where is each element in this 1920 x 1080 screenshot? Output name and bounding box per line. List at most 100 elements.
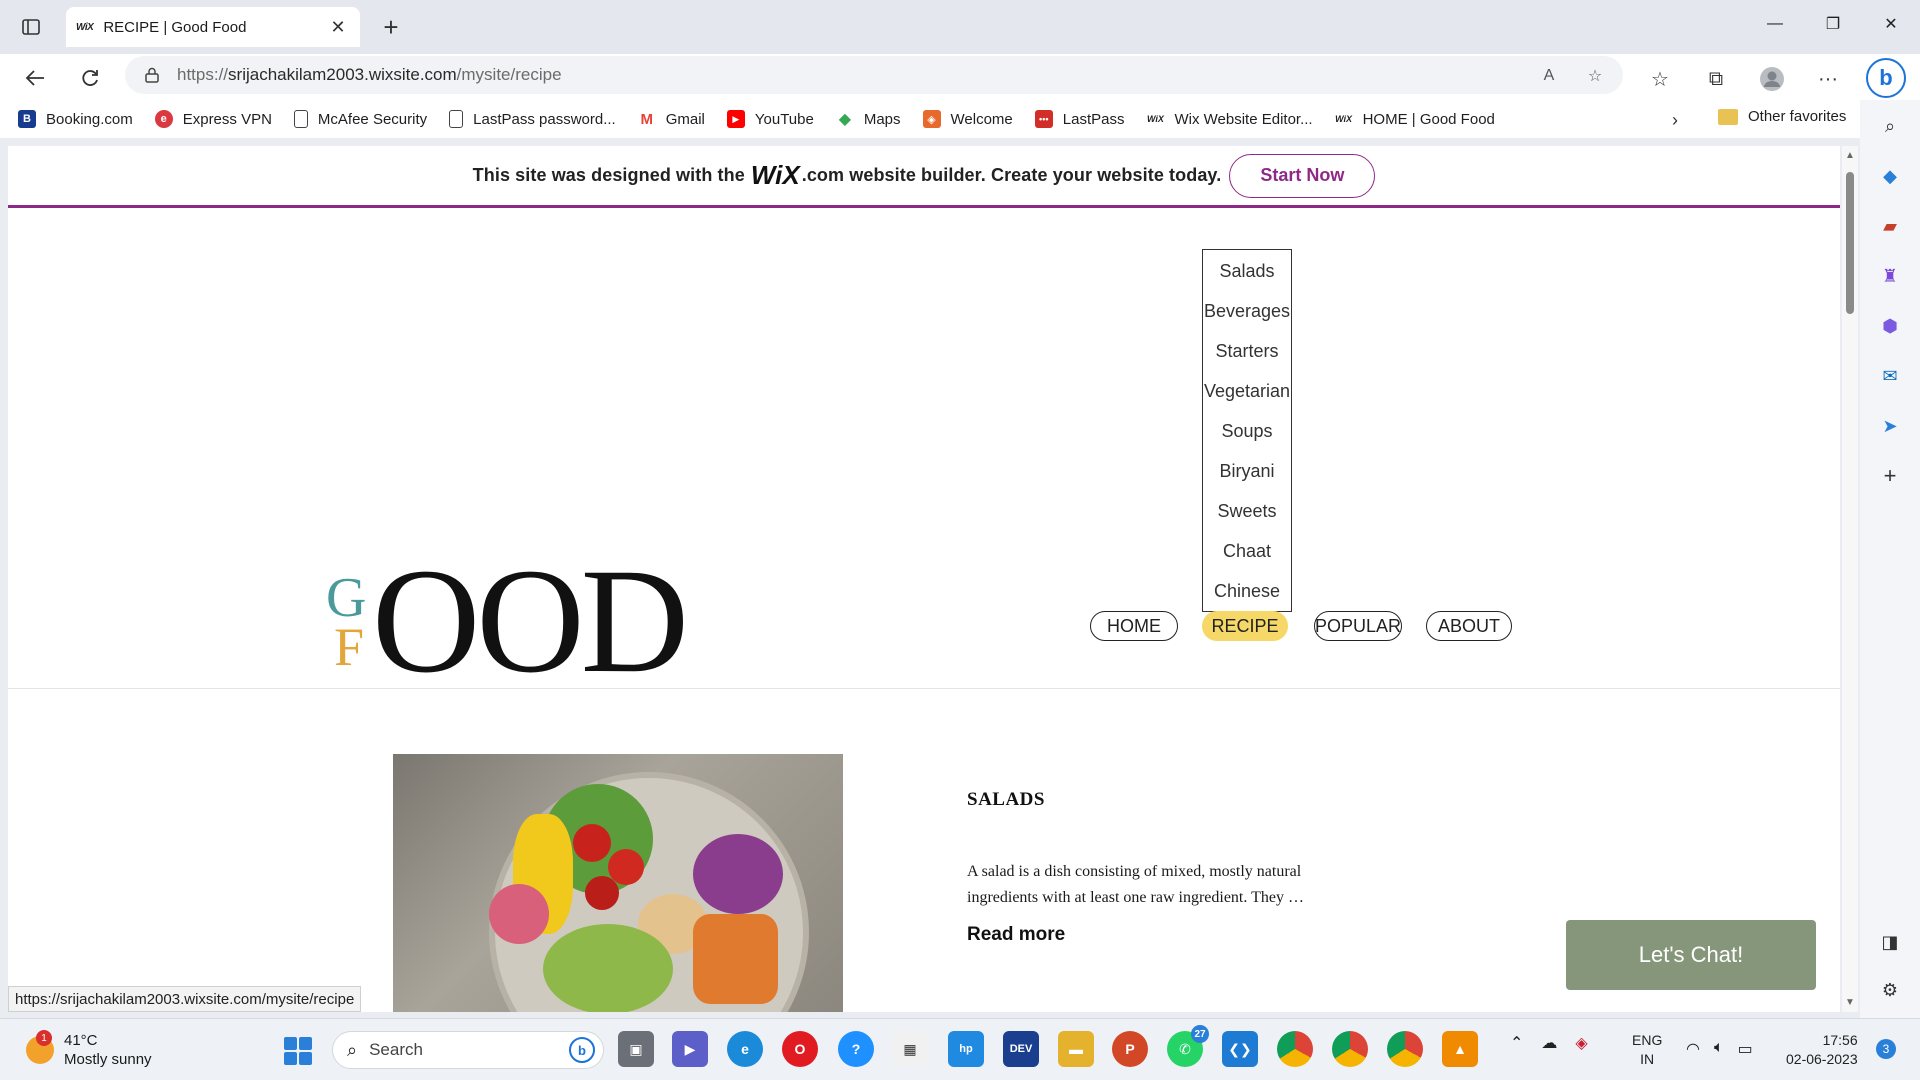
other-favorites[interactable]: Other favorites bbox=[1718, 108, 1846, 125]
chrome-icon[interactable] bbox=[1332, 1031, 1368, 1067]
dropdown-item-biryani[interactable]: Biryani bbox=[1203, 451, 1291, 491]
chrome-icon[interactable] bbox=[1277, 1031, 1313, 1067]
favorites-icon[interactable]: ☆ bbox=[1642, 62, 1678, 96]
red-cabbage bbox=[693, 834, 783, 914]
store-icon[interactable]: ▦ bbox=[892, 1031, 928, 1067]
favorite-maps[interactable]: ◆ Maps bbox=[835, 110, 901, 128]
address-bar[interactable]: https://srijachakilam2003.wixsite.com/my… bbox=[125, 56, 1623, 94]
lock-icon[interactable] bbox=[141, 64, 163, 86]
windows-start-icon[interactable] bbox=[284, 1037, 312, 1065]
vlc-icon[interactable]: ▲ bbox=[1442, 1031, 1478, 1067]
favorite-youtube[interactable]: ▶ YouTube bbox=[726, 110, 814, 128]
sidebar-shopping-icon[interactable]: ◆ bbox=[1878, 164, 1902, 188]
taskbar-search[interactable]: ⌕ Search b bbox=[332, 1031, 604, 1069]
profile-icon[interactable] bbox=[1754, 62, 1790, 96]
favorite-lastpass[interactable]: ••• LastPass bbox=[1034, 110, 1124, 128]
sidebar-tools-icon[interactable]: ▰ bbox=[1878, 214, 1902, 238]
favorite-gmail[interactable]: M Gmail bbox=[637, 110, 705, 128]
mcafee-tray-icon[interactable]: ◈ bbox=[1575, 1033, 1587, 1053]
favorite-booking[interactable]: B Booking.com bbox=[18, 110, 133, 128]
language-indicator[interactable]: ENG IN bbox=[1632, 1031, 1662, 1069]
whatsapp-icon[interactable]: ✆ 27 bbox=[1167, 1025, 1209, 1067]
nav-about[interactable]: ABOUT bbox=[1426, 611, 1512, 641]
restore-icon[interactable]: ❐ bbox=[1804, 0, 1862, 48]
sidebar-settings-icon[interactable]: ⚙ bbox=[1878, 978, 1902, 1002]
nav-popular[interactable]: POPULAR bbox=[1314, 611, 1402, 641]
onedrive-icon[interactable]: ☁ bbox=[1541, 1033, 1557, 1053]
good-food-logo[interactable]: G F OOD bbox=[326, 546, 726, 696]
task-view-icon[interactable]: ▣ bbox=[618, 1031, 654, 1067]
favorites-overflow-chevron-icon[interactable]: › bbox=[1672, 110, 1678, 131]
lets-chat-button[interactable]: Let's Chat! bbox=[1566, 920, 1816, 990]
quick-settings[interactable]: ◠ 🔈︎ ▭ bbox=[1686, 1039, 1753, 1059]
active-tab[interactable]: WiX RECIPE | Good Food ✕ bbox=[66, 7, 360, 47]
nav-home[interactable]: HOME bbox=[1090, 611, 1178, 641]
tab-actions-icon bbox=[22, 19, 40, 35]
post-excerpt: A salad is a dish consisting of mixed, m… bbox=[967, 863, 1304, 906]
read-aloud-icon[interactable]: A bbox=[1537, 64, 1561, 88]
notification-badge[interactable]: 3 bbox=[1876, 1039, 1896, 1059]
show-hidden-icons-chevron-icon[interactable]: ⌃ bbox=[1510, 1033, 1523, 1053]
url-text[interactable]: https://srijachakilam2003.wixsite.com/my… bbox=[177, 65, 562, 85]
scroll-up-icon[interactable]: ▲ bbox=[1845, 150, 1855, 161]
sidebar-office-icon[interactable]: ⬢ bbox=[1878, 314, 1902, 338]
bing-icon: b bbox=[569, 1037, 595, 1063]
dropdown-item-chaat[interactable]: Chaat bbox=[1203, 531, 1291, 571]
powerpoint-icon[interactable]: P bbox=[1112, 1031, 1148, 1067]
teams-icon[interactable]: ▶ bbox=[672, 1031, 708, 1067]
salad-image[interactable] bbox=[393, 754, 843, 1012]
dropdown-item-sweets[interactable]: Sweets bbox=[1203, 491, 1291, 531]
sidebar-drop-icon[interactable]: ➤ bbox=[1878, 414, 1902, 438]
help-icon[interactable]: ? bbox=[838, 1031, 874, 1067]
scroll-down-icon[interactable]: ▼ bbox=[1845, 997, 1855, 1008]
sidebar-games-icon[interactable]: ♜ bbox=[1878, 264, 1902, 288]
vscode-icon[interactable]: ❮❯ bbox=[1222, 1031, 1258, 1067]
dropdown-item-vegetarian[interactable]: Vegetarian bbox=[1203, 371, 1291, 411]
bing-chat-icon[interactable]: b bbox=[1866, 58, 1906, 98]
sidebar-hide-icon[interactable]: ◨ bbox=[1878, 930, 1902, 954]
favorite-expressvpn[interactable]: e Express VPN bbox=[154, 110, 272, 128]
dropdown-item-beverages[interactable]: Beverages bbox=[1203, 291, 1291, 331]
new-tab-button[interactable]: + bbox=[376, 12, 406, 42]
close-window-icon[interactable]: ✕ bbox=[1862, 0, 1920, 48]
dropdown-item-starters[interactable]: Starters bbox=[1203, 331, 1291, 371]
favorite-mcafee[interactable]: McAfee Security bbox=[293, 110, 427, 128]
start-now-button[interactable]: Start Now bbox=[1229, 153, 1376, 198]
myhp-icon[interactable]: hp bbox=[948, 1031, 984, 1067]
dev-icon[interactable]: DEV bbox=[1003, 1031, 1039, 1067]
scrollbar-thumb[interactable] bbox=[1846, 172, 1854, 314]
file-explorer-icon[interactable]: ▬ bbox=[1058, 1031, 1094, 1067]
opera-icon[interactable]: O bbox=[782, 1031, 818, 1067]
back-arrow-icon bbox=[25, 70, 44, 86]
sidebar-add-icon[interactable]: + bbox=[1878, 463, 1902, 488]
favorite-welcome[interactable]: ◈ Welcome bbox=[922, 110, 1013, 128]
tab-actions-button[interactable] bbox=[16, 13, 46, 41]
sidebar-outlook-icon[interactable]: ✉ bbox=[1878, 364, 1902, 388]
favorite-lastpass-password[interactable]: LastPass password... bbox=[449, 110, 616, 128]
tab-close-icon[interactable]: ✕ bbox=[326, 15, 350, 39]
avocado bbox=[543, 924, 673, 1012]
post-title[interactable]: SALADS bbox=[967, 789, 1045, 811]
add-favorite-icon[interactable]: ☆ bbox=[1583, 64, 1607, 88]
booking-icon: B bbox=[18, 110, 36, 128]
dropdown-item-soups[interactable]: Soups bbox=[1203, 411, 1291, 451]
page-icon bbox=[293, 110, 308, 128]
clock[interactable]: 17:56 02-06-2023 bbox=[1786, 1031, 1858, 1069]
weather-widget[interactable]: 1 41°C Mostly sunny bbox=[26, 1030, 152, 1069]
edge-icon[interactable]: e bbox=[727, 1031, 763, 1067]
read-more-link[interactable]: Read more bbox=[967, 924, 1065, 946]
collections-icon[interactable]: ⧉ bbox=[1698, 62, 1734, 96]
minimize-icon[interactable]: — bbox=[1746, 0, 1804, 48]
dropdown-item-chinese[interactable]: Chinese bbox=[1203, 571, 1291, 611]
dropdown-item-salads[interactable]: Salads bbox=[1203, 251, 1291, 291]
nav-recipe[interactable]: RECIPE bbox=[1202, 611, 1288, 641]
page-scrollbar[interactable]: ▲ ▼ bbox=[1842, 146, 1858, 1012]
favorite-home-good-food[interactable]: WiX HOME | Good Food bbox=[1335, 110, 1495, 128]
chrome-icon[interactable] bbox=[1387, 1031, 1423, 1067]
back-button[interactable] bbox=[18, 61, 52, 95]
favorite-wix-editor[interactable]: WiX Wix Website Editor... bbox=[1146, 110, 1313, 128]
header-divider bbox=[8, 688, 1840, 689]
sidebar-search-icon[interactable]: ⌕ bbox=[1878, 114, 1902, 138]
settings-more-icon[interactable]: ··· bbox=[1810, 62, 1846, 96]
refresh-button[interactable] bbox=[73, 61, 107, 95]
